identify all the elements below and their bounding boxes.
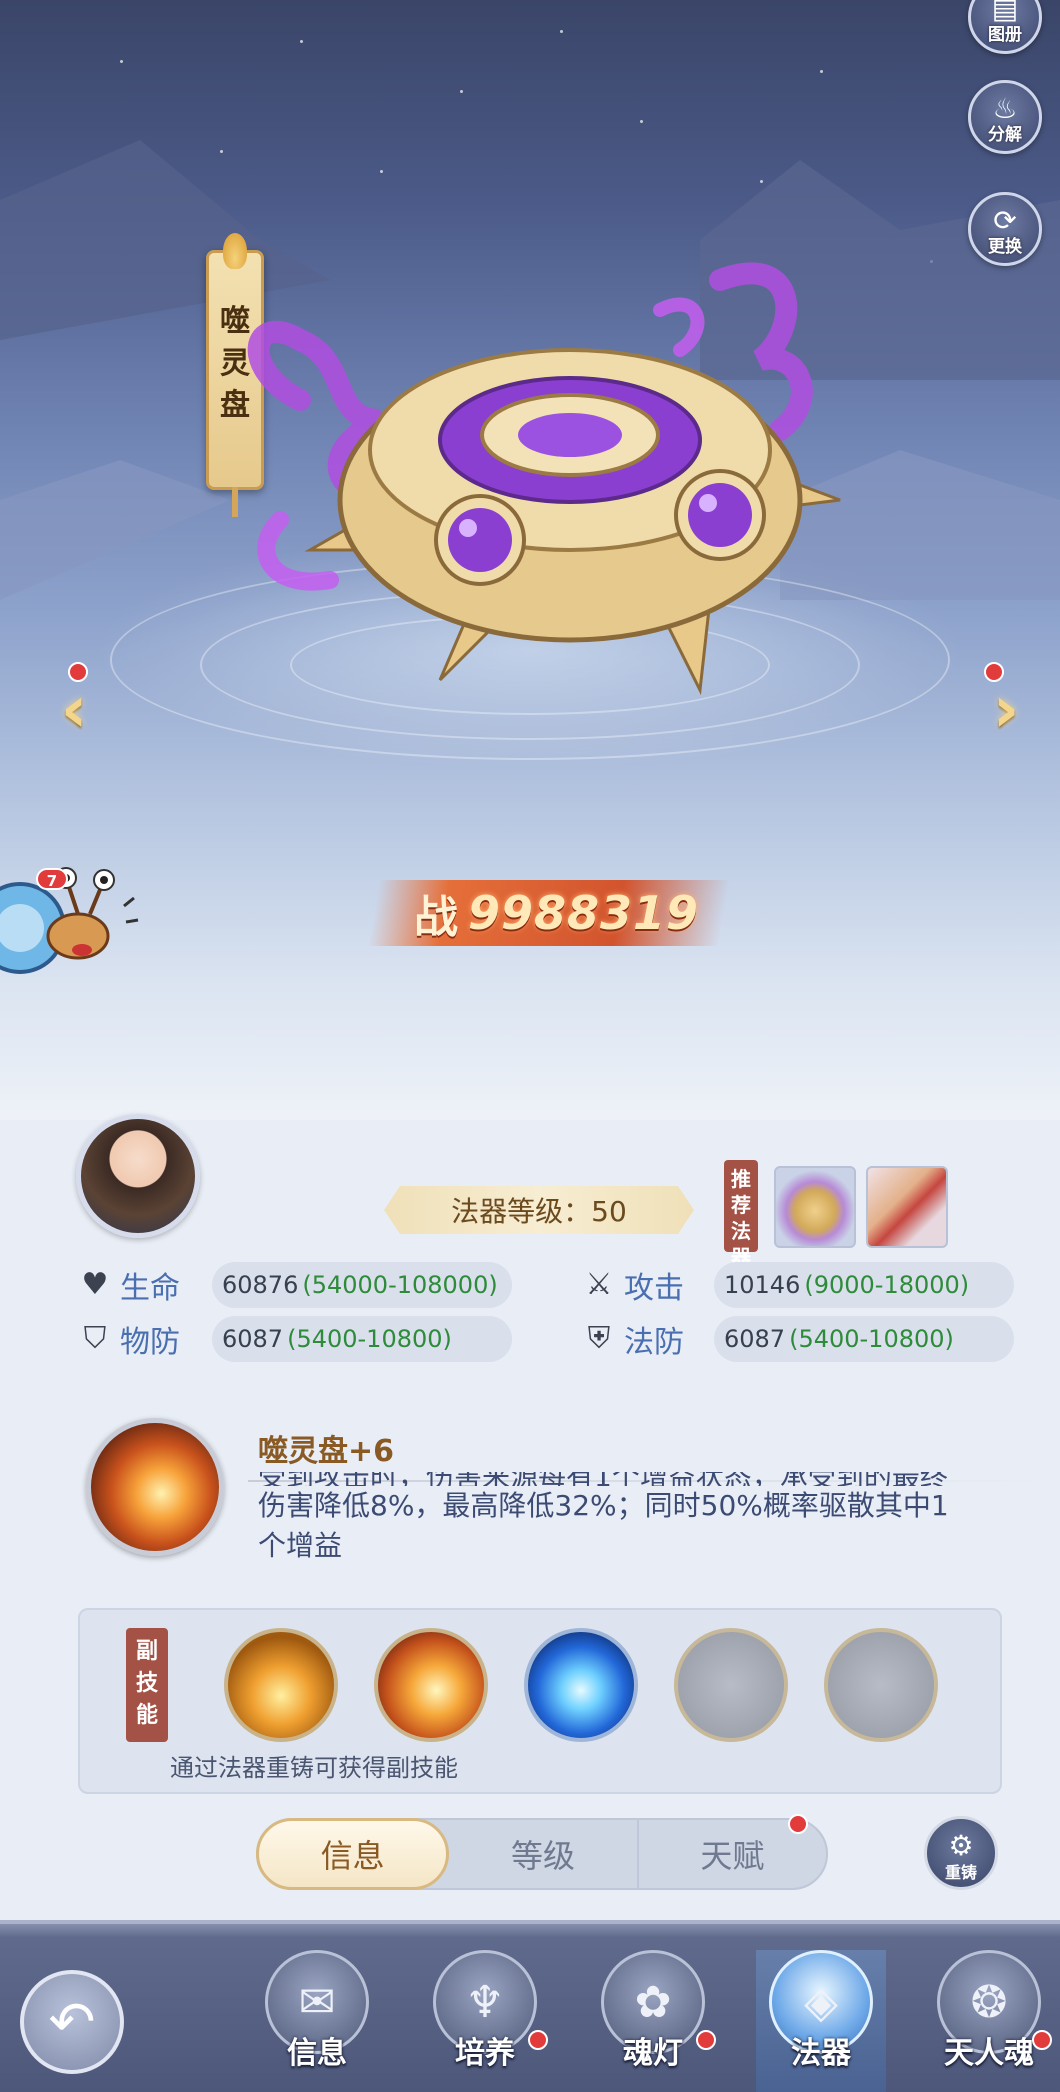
sub-skill-hint: 通过法器重铸可获得副技能 xyxy=(170,1754,458,1782)
combat-power: 战 9988319 xyxy=(368,880,730,946)
nav-item-artifact[interactable]: ◈ 法器 xyxy=(756,1950,886,2092)
recommended-artifact-2[interactable] xyxy=(866,1166,948,1248)
pet-companion[interactable]: 7 xyxy=(0,858,140,1008)
notification-dot xyxy=(696,2030,716,2050)
stat-magic-defense: ⛨ 法防 6087 (5400-10800) xyxy=(582,1316,1014,1362)
back-button[interactable]: ↶ xyxy=(20,1970,124,2074)
power-prefix: 战 xyxy=(414,892,458,943)
nav-item-info[interactable]: ✉ 信息 xyxy=(252,1950,382,2092)
notification-dot xyxy=(68,662,88,682)
sub-skill-tag: 副技能 xyxy=(126,1628,168,1742)
shield-icon: ⛉ xyxy=(83,1321,107,1356)
stat-value: 10146 xyxy=(724,1271,801,1299)
skill-desc-line: 伤害降低8%，最高降低32%；同时50%概率驱散其中1 xyxy=(258,1489,949,1522)
decompose-button[interactable]: ♨ 分解 xyxy=(968,80,1042,154)
nav-item-celestial-soul[interactable]: ❂ 天人魂 xyxy=(924,1950,1054,2092)
sub-skill-slot[interactable] xyxy=(224,1628,338,1742)
stat-hp: ♥ 生命 60876 (54000-108000) xyxy=(78,1262,512,1308)
info-tabs: 信息 等级 天赋 xyxy=(256,1818,828,1890)
empty-sub-skill-slot[interactable] xyxy=(674,1628,788,1742)
power-value: 9988319 xyxy=(468,886,700,940)
next-artifact-arrow[interactable]: › xyxy=(976,675,1036,745)
decompose-flame-icon: ♨ xyxy=(992,92,1018,125)
sub-skill-slot[interactable] xyxy=(524,1628,638,1742)
recommend-tag: 推荐法器 xyxy=(724,1160,758,1269)
tassel xyxy=(232,487,238,517)
stat-range: (5400-10800) xyxy=(287,1325,452,1353)
skill-desc-line: 个增益 xyxy=(258,1529,343,1562)
skill-desc-scrolled-line: 受到攻击时，伤害来源每有1个增益状态，承受到的最终 xyxy=(258,1472,1038,1486)
notification-dot xyxy=(788,1814,808,1834)
stat-value-box: 60876 (54000-108000) xyxy=(212,1262,512,1308)
prev-artifact-arrow[interactable]: ‹ xyxy=(44,675,104,745)
sub-skill-slot[interactable] xyxy=(374,1628,488,1742)
heart-icon: ♥ xyxy=(81,1267,109,1302)
stat-value-box: 6087 (5400-10800) xyxy=(714,1316,1014,1362)
tab-level[interactable]: 等级 xyxy=(449,1820,636,1888)
pet-badge: 7 xyxy=(36,868,68,890)
stat-physical-defense: ⛉ 物防 6087 (5400-10800) xyxy=(78,1316,512,1362)
stat-range: (5400-10800) xyxy=(789,1325,954,1353)
snail-pet-icon xyxy=(0,867,139,974)
stat-name: 法防 xyxy=(624,1325,684,1360)
recast-icon: ⚙ xyxy=(948,1829,974,1862)
recommended-artifact-1[interactable] xyxy=(774,1166,856,1248)
stat-attack: ⚔ 攻击 10146 (9000-18000) xyxy=(582,1262,1014,1308)
artifact-level: 法器等级：50 xyxy=(384,1186,694,1234)
stat-value-box: 6087 (5400-10800) xyxy=(212,1316,512,1362)
notification-dot xyxy=(528,2030,548,2050)
magic-shield-icon: ⛨ xyxy=(587,1321,611,1356)
nav-item-cultivate[interactable]: ♆ 培养 xyxy=(420,1950,550,2092)
empty-sub-skill-slot[interactable] xyxy=(824,1628,938,1742)
tab-info[interactable]: 信息 xyxy=(256,1818,450,1890)
main-skill-icon[interactable] xyxy=(86,1418,224,1556)
skill-title: 噬灵盘+6 xyxy=(258,1434,395,1469)
back-arrow-icon: ↶ xyxy=(48,1989,96,2055)
stat-value-box: 10146 (9000-18000) xyxy=(714,1262,1014,1308)
nav-item-soul-lamp[interactable]: ✿ 魂灯 xyxy=(588,1950,718,2092)
stat-value: 60876 xyxy=(222,1271,299,1299)
stat-name: 攻击 xyxy=(624,1271,684,1306)
swap-button[interactable]: ⟳ 更换 xyxy=(968,192,1042,266)
stat-range: (9000-18000) xyxy=(804,1271,970,1299)
stat-value: 6087 xyxy=(222,1325,284,1353)
stat-range: (54000-108000) xyxy=(302,1271,498,1299)
stat-value: 6087 xyxy=(724,1325,786,1353)
notification-dot xyxy=(1032,2030,1052,2050)
skill-description: 受到攻击时，伤害来源每有1个增益状态，承受到的最终 伤害降低8%，最高降低32%… xyxy=(258,1472,1038,1592)
swap-icon: ⟳ xyxy=(993,204,1017,237)
sword-icon: ⚔ xyxy=(585,1267,613,1302)
stat-name: 生命 xyxy=(120,1271,180,1306)
stat-name: 物防 xyxy=(120,1325,180,1360)
album-icon: ▤ xyxy=(991,0,1019,25)
recast-button[interactable]: ⚙ 重铸 xyxy=(924,1816,998,1890)
artifact-illustration xyxy=(247,262,841,696)
character-avatar[interactable] xyxy=(76,1114,200,1238)
notification-dot xyxy=(984,662,1004,682)
